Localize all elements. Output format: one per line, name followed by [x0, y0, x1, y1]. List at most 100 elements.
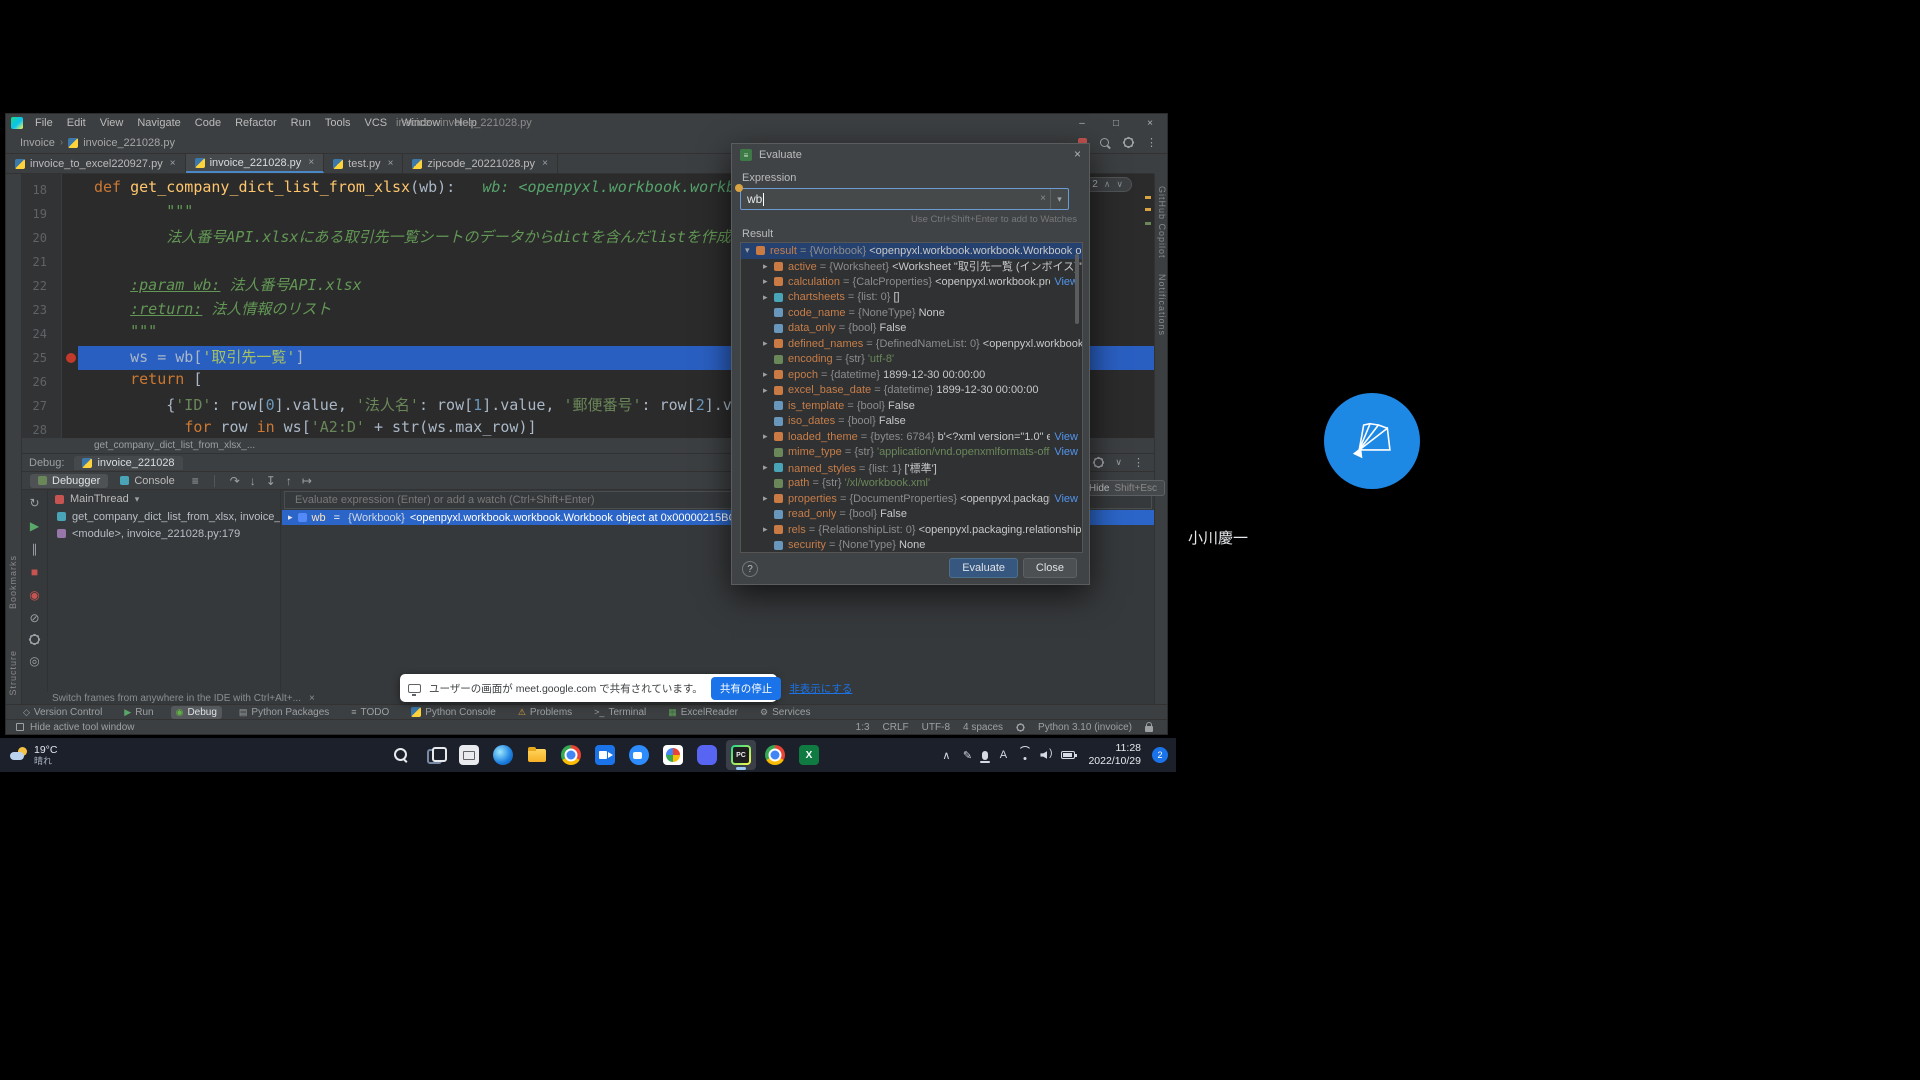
editor-tab[interactable]: zipcode_20221028.py×: [403, 154, 558, 173]
taskbar-clock[interactable]: 11:28 2022/10/29: [1088, 742, 1141, 767]
variable-row-chartsheets[interactable]: ▸chartsheets = {list: 0} []: [741, 290, 1082, 306]
tool-window-button-excelreader[interactable]: ▦ExcelReader: [663, 706, 743, 719]
variable-row-active[interactable]: ▸active = {Worksheet} <Worksheet "取引先一覧 …: [741, 259, 1082, 275]
status-hint[interactable]: Hide active tool window: [30, 722, 135, 733]
more-options-icon[interactable]: ⋮: [1133, 456, 1144, 469]
breadcrumb-file[interactable]: invoice_221028.py: [83, 137, 175, 149]
variable-row-encoding[interactable]: encoding = {str} 'utf-8': [741, 352, 1082, 368]
taskbar-camera-icon[interactable]: [624, 740, 654, 770]
expander-icon[interactable]: ▸: [763, 292, 774, 303]
tool-stripe-bookmarks[interactable]: Bookmarks: [8, 555, 18, 609]
variable-row-code_name[interactable]: code_name = {NoneType} None: [741, 305, 1082, 321]
taskbar-chrome-icon[interactable]: [556, 740, 586, 770]
step-out-icon[interactable]: ↑: [281, 474, 297, 488]
variable-row-properties[interactable]: ▸properties = {DocumentProperties} <open…: [741, 491, 1082, 507]
taskbar-meet-icon[interactable]: [590, 740, 620, 770]
expander-icon[interactable]: ▸: [763, 462, 774, 473]
variable-row-calculation[interactable]: ▸calculation = {CalcProperties} <openpyx…: [741, 274, 1082, 290]
view-breakpoints-icon[interactable]: ◉: [29, 588, 39, 602]
tool-window-button-terminal[interactable]: >_Terminal: [589, 706, 651, 719]
pin-icon[interactable]: ◎: [29, 654, 39, 668]
battery-icon[interactable]: [1061, 751, 1075, 759]
stop-sharing-button[interactable]: 共有の停止: [711, 677, 782, 700]
taskbar-photos-icon[interactable]: [658, 740, 688, 770]
weather-widget[interactable]: 19°C 晴れ: [10, 744, 57, 766]
menu-item-vcs[interactable]: VCS: [359, 116, 394, 130]
taskbar-edge-icon[interactable]: [488, 740, 518, 770]
tool-window-button-python-packages[interactable]: ▤Python Packages: [234, 706, 334, 719]
variable-row-is_template[interactable]: is_template = {bool} False: [741, 398, 1082, 414]
variable-row-iso_dates[interactable]: iso_dates = {bool} False: [741, 414, 1082, 430]
variable-row-read_only[interactable]: read_only = {bool} False: [741, 507, 1082, 523]
tool-window-button-services[interactable]: ⚙Services: [755, 706, 815, 719]
indent-size[interactable]: 4 spaces: [963, 722, 1003, 733]
variable-row-security[interactable]: security = {NoneType} None: [741, 538, 1082, 554]
close-icon[interactable]: ×: [309, 693, 315, 704]
notification-badge[interactable]: 2: [1152, 747, 1168, 763]
minimize-button[interactable]: –: [1065, 114, 1099, 132]
wifi-icon[interactable]: [1018, 750, 1031, 760]
tool-stripe-structure[interactable]: Structure: [8, 650, 18, 696]
expander-icon[interactable]: ▸: [763, 276, 774, 287]
hide-tool-window-button[interactable]: Hide Shift+Esc: [1081, 480, 1165, 496]
step-over-icon[interactable]: ↷: [225, 474, 245, 488]
tool-window-button-todo[interactable]: ≡TODO: [346, 706, 394, 719]
hide-banner-link[interactable]: 非表示にする: [789, 681, 852, 696]
frame-row[interactable]: <module>, invoice_221028.py:179: [49, 525, 280, 542]
interpreter-selector[interactable]: Python 3.10 (invoice): [1038, 722, 1132, 733]
expander-icon[interactable]: ▾: [745, 245, 756, 256]
settings-icon[interactable]: [29, 634, 40, 645]
line-number[interactable]: 27: [22, 394, 61, 418]
tool-stripe-notifications[interactable]: Notifications: [1157, 274, 1167, 336]
editor-gutter[interactable]: 1819202122232425262728: [22, 174, 62, 438]
variable-row-mime_type[interactable]: mime_type = {str} 'application/vnd.openx…: [741, 445, 1082, 461]
taskbar-chrome-2-icon[interactable]: [760, 740, 790, 770]
collapse-icon[interactable]: ∨: [1115, 457, 1122, 468]
variable-row-excel_base_date[interactable]: ▸excel_base_date = {datetime} 1899-12-30…: [741, 383, 1082, 399]
mic-icon[interactable]: [982, 751, 988, 760]
help-button[interactable]: ?: [742, 561, 758, 577]
tool-window-button-run[interactable]: ▶Run: [119, 706, 158, 719]
variable-row-loaded_theme[interactable]: ▸loaded_theme = {bytes: 6784} b'<?xml ve…: [741, 429, 1082, 445]
variable-row-defined_names[interactable]: ▸defined_names = {DefinedNameList: 0} <o…: [741, 336, 1082, 352]
tab-console[interactable]: Console: [112, 474, 182, 488]
encoding[interactable]: UTF-8: [922, 722, 950, 733]
menu-item-code[interactable]: Code: [189, 116, 227, 130]
line-number[interactable]: 19: [22, 202, 61, 226]
lock-icon[interactable]: [1145, 726, 1153, 732]
taskbar-pycharm-icon[interactable]: PC: [726, 740, 756, 770]
view-link[interactable]: View: [1054, 431, 1078, 443]
dialog-title-bar[interactable]: ≡ Evaluate ×: [732, 144, 1089, 166]
expander-icon[interactable]: ▸: [763, 431, 774, 442]
maximize-button[interactable]: □: [1099, 114, 1133, 132]
debug-session-tab[interactable]: invoice_221028: [74, 456, 182, 470]
taskbar-file-explorer-icon[interactable]: [522, 740, 552, 770]
line-number[interactable]: 25: [22, 346, 61, 370]
variable-row-result[interactable]: ▾result = {Workbook} <openpyxl.workbook.…: [741, 243, 1082, 259]
breakpoint-icon[interactable]: [66, 353, 76, 363]
close-icon[interactable]: ×: [1074, 147, 1081, 161]
expander-icon[interactable]: ▸: [763, 493, 774, 504]
mute-breakpoints-icon[interactable]: ⊘: [29, 611, 39, 625]
rerun-icon[interactable]: ↻: [29, 496, 39, 510]
taskbar-discord-icon[interactable]: [692, 740, 722, 770]
line-number[interactable]: 21: [22, 250, 61, 274]
pause-icon[interactable]: ∥: [32, 542, 38, 556]
run-to-cursor-icon[interactable]: ↦: [297, 474, 317, 488]
close-tab-icon[interactable]: ×: [308, 157, 314, 168]
menu-item-edit[interactable]: Edit: [61, 116, 92, 130]
editor-tab[interactable]: invoice_to_excel220927.py×: [6, 154, 186, 173]
title-bar[interactable]: FileEditViewNavigateCodeRefactorRunTools…: [6, 114, 1167, 132]
menu-item-tools[interactable]: Tools: [319, 116, 357, 130]
step-into-icon[interactable]: ↓: [245, 474, 261, 488]
caret-position[interactable]: 1:3: [856, 722, 870, 733]
debug-settings-gear-icon[interactable]: [1093, 457, 1104, 468]
expander-icon[interactable]: ▸: [763, 338, 774, 349]
line-number[interactable]: 20: [22, 226, 61, 250]
line-number[interactable]: 28: [22, 418, 61, 438]
variable-row-data_only[interactable]: data_only = {bool} False: [741, 321, 1082, 337]
volume-icon[interactable]: [1040, 750, 1052, 760]
expander-icon[interactable]: ▸: [763, 385, 774, 396]
close-tab-icon[interactable]: ×: [388, 158, 394, 169]
line-separator[interactable]: CRLF: [883, 722, 909, 733]
